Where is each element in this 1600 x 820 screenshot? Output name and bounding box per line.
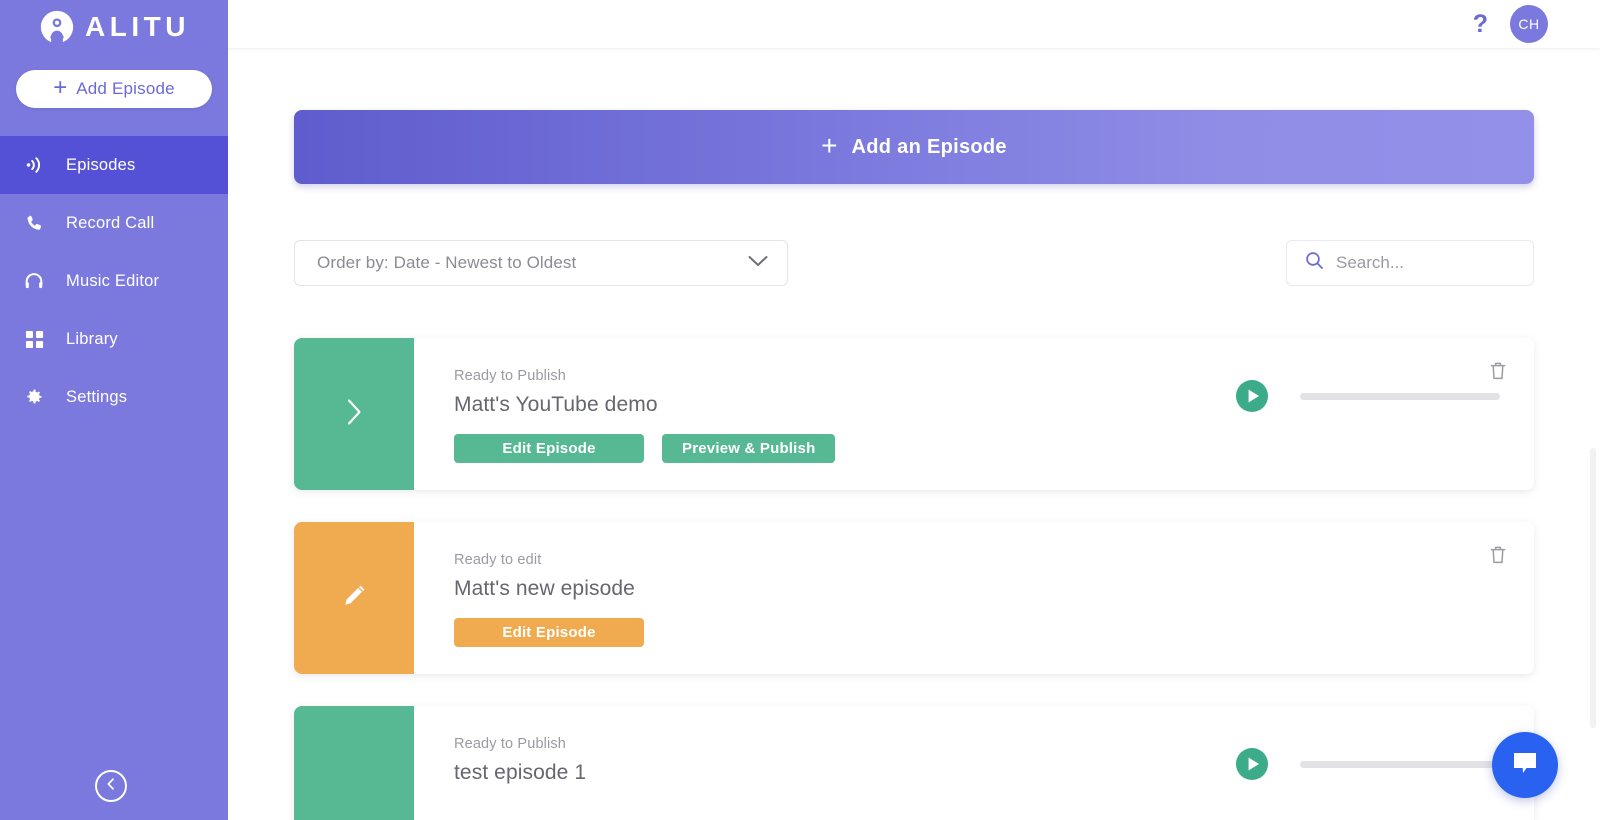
play-circle-icon[interactable]	[1234, 746, 1270, 782]
pencil-icon	[339, 581, 369, 616]
add-episode-button[interactable]: + Add Episode	[16, 70, 212, 108]
filter-row: Order by: Date - Newest to Oldest	[294, 240, 1534, 286]
preview-and-publish-button[interactable]: Preview & Publish	[662, 434, 836, 463]
episode-player	[1234, 378, 1500, 414]
avatar[interactable]: CH	[1510, 5, 1548, 43]
sidebar-item-label: Episodes	[66, 155, 136, 174]
sidebar: ALITU + Add Episode Episodes Record Call…	[0, 0, 228, 820]
sidebar-item-settings[interactable]: Settings	[0, 368, 228, 426]
episode-thumbnail[interactable]	[294, 706, 414, 820]
sidebar-nav: Episodes Record Call Music Editor Librar…	[0, 136, 228, 426]
scrollbar-thumb[interactable]	[1590, 448, 1596, 728]
episode-title: Matt's new episode	[454, 577, 635, 600]
app-root: ALITU + Add Episode Episodes Record Call…	[0, 0, 1600, 820]
brand: ALITU	[0, 0, 228, 48]
episode-thumbnail[interactable]	[294, 338, 414, 490]
episode-body: Ready to Publish test episode 1	[414, 706, 1534, 820]
order-by-select[interactable]: Order by: Date - Newest to Oldest	[294, 240, 788, 286]
order-by-value: Order by: Date - Newest to Oldest	[317, 253, 577, 272]
scrollbar[interactable]	[1590, 48, 1598, 820]
alitu-logo-icon	[38, 8, 76, 46]
gear-icon	[22, 385, 46, 409]
add-an-episode-banner-button[interactable]: + Add an Episode	[294, 110, 1534, 184]
plus-icon: +	[53, 74, 68, 101]
trash-icon[interactable]	[1488, 360, 1508, 382]
sidebar-item-label: Library	[66, 329, 118, 348]
broadcast-icon	[22, 153, 46, 177]
episode-status: Ready to edit	[454, 552, 542, 568]
episode-card: Ready to Publish Matt's YouTube demo Edi…	[294, 338, 1534, 490]
plus-icon: +	[821, 129, 838, 161]
episode-body: Ready to edit Matt's new episode Edit Ep…	[414, 522, 1534, 674]
edit-episode-button[interactable]: Edit Episode	[454, 618, 644, 647]
main-area: ? CH + Add an Episode Order by: Date - N…	[228, 0, 1600, 820]
sidebar-item-label: Settings	[66, 387, 128, 406]
chat-widget-button[interactable]	[1492, 732, 1558, 798]
search-input[interactable]	[1336, 253, 1519, 273]
topbar: ? CH	[228, 0, 1600, 48]
chevron-right-icon	[344, 397, 364, 432]
sidebar-item-library[interactable]: Library	[0, 310, 228, 368]
sidebar-collapse-button[interactable]	[95, 770, 127, 802]
search-box[interactable]	[1286, 240, 1534, 286]
edit-episode-button[interactable]: Edit Episode	[454, 434, 644, 463]
episode-actions: Edit Episode Preview & Publish	[454, 434, 1534, 463]
chat-bubble-icon	[1510, 749, 1540, 782]
chevron-down-icon	[747, 254, 769, 273]
add-episode-label: Add Episode	[76, 79, 175, 98]
sidebar-item-label: Record Call	[66, 213, 155, 232]
headphones-icon	[22, 269, 46, 293]
grid-icon	[22, 327, 46, 351]
sidebar-item-music-editor[interactable]: Music Editor	[0, 252, 228, 310]
sidebar-item-episodes[interactable]: Episodes	[0, 136, 228, 194]
chevron-left-icon	[104, 777, 118, 796]
episode-player	[1234, 746, 1500, 782]
question-mark-icon[interactable]: ?	[1473, 11, 1488, 37]
playback-progress-bar[interactable]	[1300, 392, 1500, 400]
sidebar-item-label: Music Editor	[66, 271, 160, 290]
episode-thumbnail[interactable]	[294, 522, 414, 674]
brand-name: ALITU	[85, 11, 190, 42]
trash-icon[interactable]	[1488, 544, 1508, 566]
episode-card: Ready to edit Matt's new episode Edit Ep…	[294, 522, 1534, 674]
search-icon	[1305, 251, 1324, 275]
episode-list: Ready to Publish Matt's YouTube demo Edi…	[294, 338, 1534, 820]
add-an-episode-label: Add an Episode	[851, 135, 1007, 158]
phone-icon	[22, 211, 46, 235]
content-scroll-area: + Add an Episode Order by: Date - Newest…	[228, 48, 1600, 820]
sidebar-item-record-call[interactable]: Record Call	[0, 194, 228, 252]
episode-body: Ready to Publish Matt's YouTube demo Edi…	[414, 338, 1534, 490]
playback-progress-bar[interactable]	[1300, 760, 1500, 768]
episode-actions: Edit Episode	[454, 618, 1534, 647]
episode-card: Ready to Publish test episode 1	[294, 706, 1534, 820]
play-circle-icon[interactable]	[1234, 378, 1270, 414]
